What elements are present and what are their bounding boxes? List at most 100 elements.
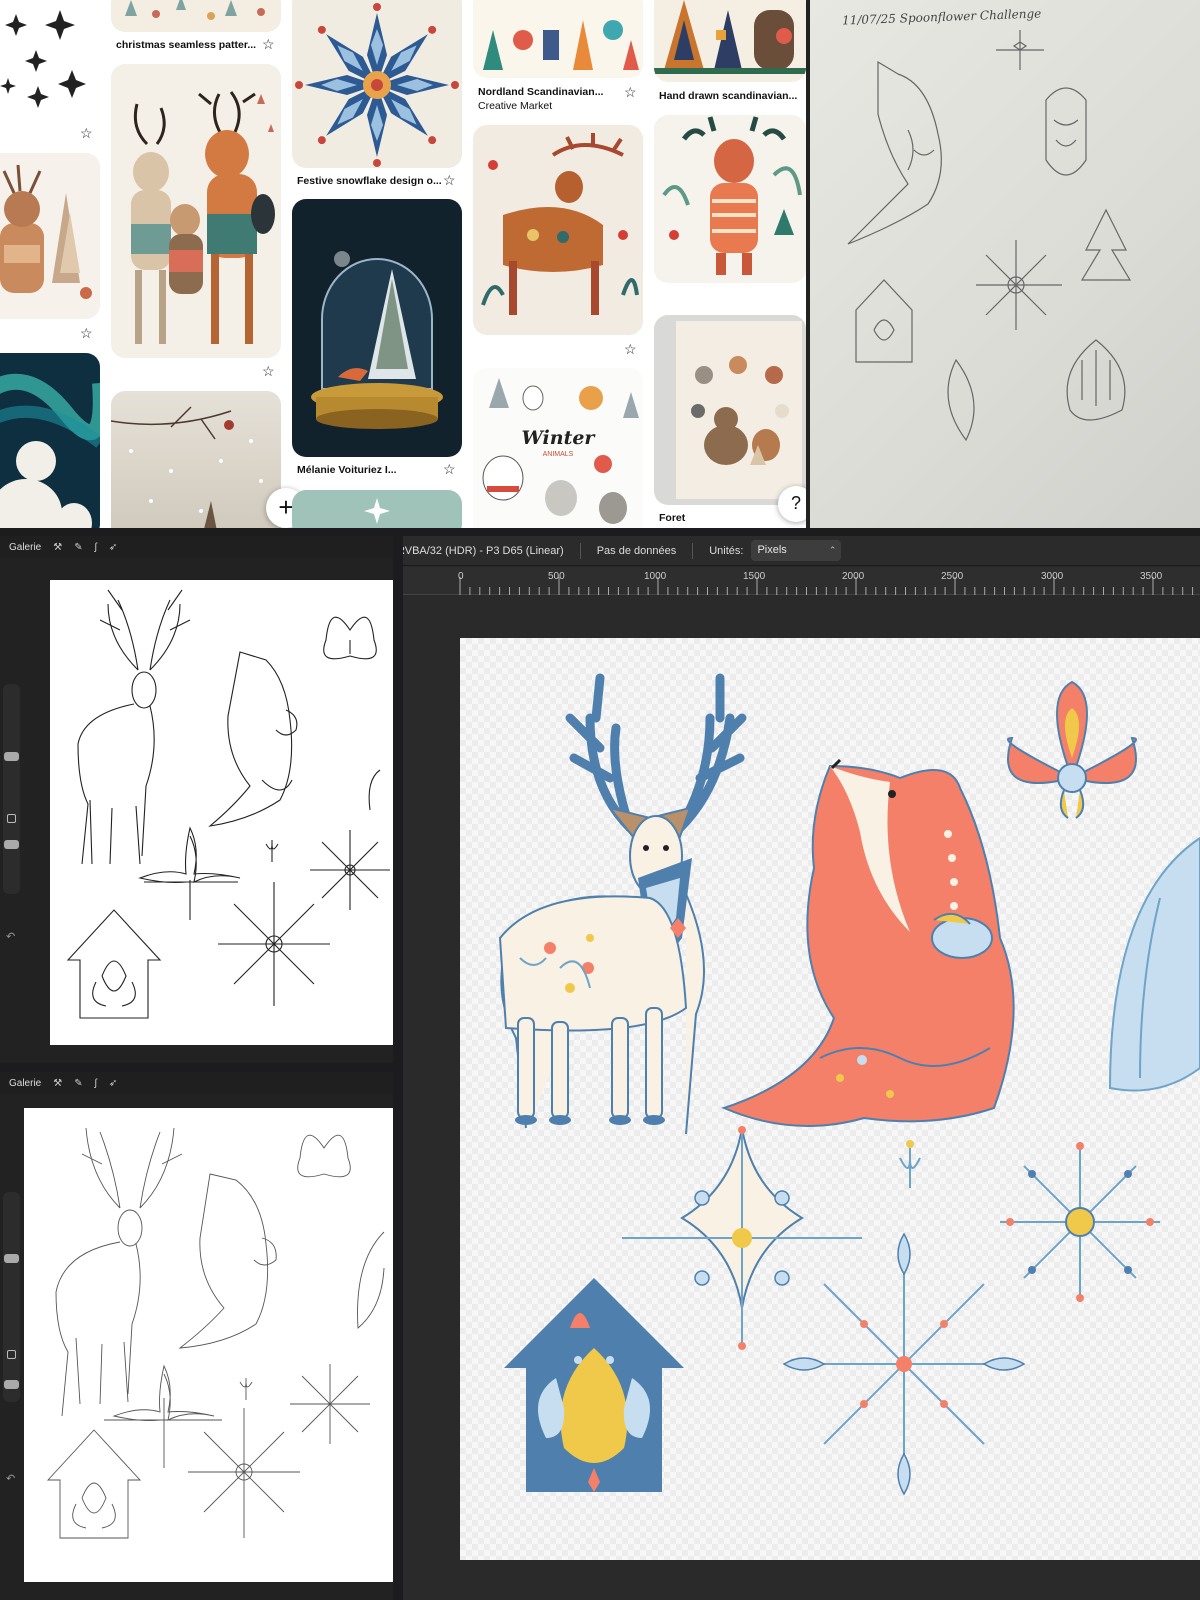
artboard[interactable] bbox=[460, 638, 1200, 1560]
pin-reindeer-family[interactable] bbox=[0, 153, 100, 319]
undo-icon[interactable]: ↶ bbox=[6, 930, 15, 943]
sketch-drawings bbox=[806, 0, 1132, 528]
teal-card-image bbox=[364, 498, 390, 524]
pin-stars[interactable] bbox=[0, 0, 100, 120]
nordland-image bbox=[483, 20, 639, 70]
save-star-icon[interactable]: ☆ bbox=[80, 326, 93, 340]
colored-artwork bbox=[498, 673, 1200, 1496]
pin-teal-card[interactable] bbox=[292, 490, 462, 528]
chevron-updown-icon: ⌃ bbox=[828, 545, 837, 555]
procreate-canvas[interactable] bbox=[50, 580, 393, 1045]
pin-winter-animals[interactable]: Winter ANIMALS bbox=[473, 368, 643, 528]
modify-button[interactable] bbox=[7, 1350, 16, 1359]
ruler-label: 2000 bbox=[842, 571, 865, 582]
transform-icon[interactable]: ➶ bbox=[109, 1078, 117, 1089]
save-star-icon[interactable]: ☆ bbox=[262, 364, 275, 378]
wrench-icon[interactable]: ⚒ bbox=[53, 542, 62, 553]
brush-size-knob[interactable] bbox=[4, 1254, 19, 1263]
affinity-window: RVBA/32 (HDR) - P3 D65 (Linear) Pas de d… bbox=[403, 536, 1200, 1600]
pin-caption[interactable]: Nordland Scandinavian... bbox=[478, 86, 603, 98]
reindeer-image bbox=[0, 164, 92, 299]
pin-caption[interactable]: Foret bbox=[659, 512, 685, 524]
help-button[interactable]: ? bbox=[778, 486, 806, 522]
snow-globe-image bbox=[311, 251, 443, 429]
save-star-icon[interactable]: ☆ bbox=[443, 173, 456, 187]
pinterest-board: ☆ ☆ christmas seamless patter... ☆ ☆ + F… bbox=[0, 0, 806, 528]
pin-caption[interactable]: Hand drawn scandinavian... bbox=[659, 90, 797, 102]
brush-size-slider[interactable] bbox=[3, 684, 20, 894]
save-star-icon[interactable]: ☆ bbox=[262, 37, 275, 51]
procreate-sidebar: ↶ bbox=[0, 558, 22, 1063]
ruler-label: 1500 bbox=[743, 571, 766, 582]
folk-deer bbox=[498, 673, 747, 1135]
adjustments-icon[interactable]: ✎ bbox=[74, 542, 82, 553]
opacity-knob[interactable] bbox=[4, 1380, 19, 1389]
save-star-icon[interactable]: ☆ bbox=[80, 126, 93, 140]
pin-caption[interactable]: Festive snowflake design o... bbox=[297, 175, 442, 187]
gallery-button[interactable]: Galerie bbox=[9, 1078, 41, 1089]
toolbar-divider bbox=[579, 542, 581, 559]
procreate-canvas[interactable] bbox=[24, 1108, 393, 1582]
ruler-label: 2500 bbox=[941, 571, 964, 582]
pin-subtitle[interactable]: Creative Market bbox=[478, 100, 552, 112]
ruler-label: 0 bbox=[458, 571, 464, 582]
folk-snowflake-center bbox=[782, 1232, 1026, 1496]
units-value: Pixels bbox=[757, 544, 787, 556]
detailed-line-art bbox=[46, 1127, 385, 1539]
adjustments-icon[interactable]: ✎ bbox=[74, 1078, 82, 1089]
ruler-label: 1000 bbox=[644, 571, 667, 582]
save-star-icon[interactable]: ☆ bbox=[624, 85, 637, 99]
pin-snowflake-design[interactable] bbox=[292, 0, 462, 168]
ruler-ticks bbox=[459, 577, 1194, 595]
winter-animals-image: Winter ANIMALS bbox=[482, 378, 639, 524]
pin-seamless-pattern[interactable] bbox=[111, 0, 281, 32]
modify-button[interactable] bbox=[7, 814, 16, 823]
line-art bbox=[66, 589, 390, 1019]
pin-nordland-pattern[interactable] bbox=[473, 0, 643, 78]
poster-subtitle: ANIMALS bbox=[543, 451, 574, 458]
hand-drawn-image bbox=[654, 0, 806, 74]
pin-polar-bear[interactable] bbox=[0, 353, 100, 528]
transform-icon[interactable]: ➶ bbox=[109, 542, 117, 553]
pin-folk-reindeer[interactable] bbox=[473, 125, 643, 335]
folk-fox bbox=[721, 758, 1015, 1127]
undo-icon[interactable]: ↶ bbox=[6, 1472, 15, 1485]
ruler-label: 3000 bbox=[1041, 571, 1064, 582]
save-star-icon[interactable]: ☆ bbox=[624, 342, 637, 356]
brush-size-knob[interactable] bbox=[4, 752, 19, 761]
wrench-icon[interactable]: ⚒ bbox=[53, 1078, 62, 1089]
save-star-icon[interactable]: ☆ bbox=[443, 462, 456, 476]
pin-snow-globe[interactable] bbox=[292, 199, 462, 457]
pin-caption[interactable]: Mélanie Voituriez I... bbox=[297, 464, 397, 476]
stars-image bbox=[0, 10, 86, 108]
help-icon: ? bbox=[790, 493, 801, 513]
data-status-label: Pas de données bbox=[596, 544, 677, 557]
procreate-window-bottom: Galerie ⚒ ✎ ʃ ➶ ↶ bbox=[0, 1072, 393, 1600]
selection-icon[interactable]: ʃ bbox=[95, 542, 97, 553]
pin-hand-drawn[interactable] bbox=[654, 0, 806, 82]
folk-house bbox=[504, 1278, 684, 1492]
units-label: Unités: bbox=[709, 544, 744, 557]
toolbar-divider bbox=[692, 542, 694, 559]
polar-bear-image bbox=[0, 373, 100, 528]
pin-deer-sweaters[interactable] bbox=[111, 64, 281, 358]
snowy-branch-image bbox=[111, 406, 263, 528]
pin-snowy-branch[interactable] bbox=[111, 391, 281, 528]
deer-sweaters-image bbox=[131, 91, 275, 344]
pin-foret[interactable] bbox=[654, 315, 806, 505]
opacity-knob[interactable] bbox=[4, 840, 19, 849]
deer-sweater-image bbox=[662, 116, 802, 275]
selection-icon[interactable]: ʃ bbox=[95, 1078, 97, 1089]
units-select[interactable]: Pixels ⌃ bbox=[751, 540, 842, 561]
foret-image bbox=[676, 321, 802, 499]
horizontal-ruler[interactable]: 0 500 1000 1500 2000 2500 3000 3500 bbox=[403, 567, 1200, 595]
poster-title: Winter bbox=[522, 427, 597, 449]
color-format-label[interactable]: RVBA/32 (HDR) - P3 D65 (Linear) bbox=[403, 545, 564, 557]
pin-deer-sweater[interactable] bbox=[654, 115, 806, 283]
context-toolbar: RVBA/32 (HDR) - P3 D65 (Linear) Pas de d… bbox=[403, 536, 1200, 566]
procreate-sidebar: ↶ bbox=[0, 1094, 22, 1600]
brush-size-slider[interactable] bbox=[3, 1192, 20, 1402]
pin-caption[interactable]: christmas seamless patter... bbox=[116, 39, 256, 51]
procreate-window-top: Galerie ⚒ ✎ ʃ ➶ ↶ bbox=[0, 536, 393, 1063]
gallery-button[interactable]: Galerie bbox=[9, 542, 41, 553]
